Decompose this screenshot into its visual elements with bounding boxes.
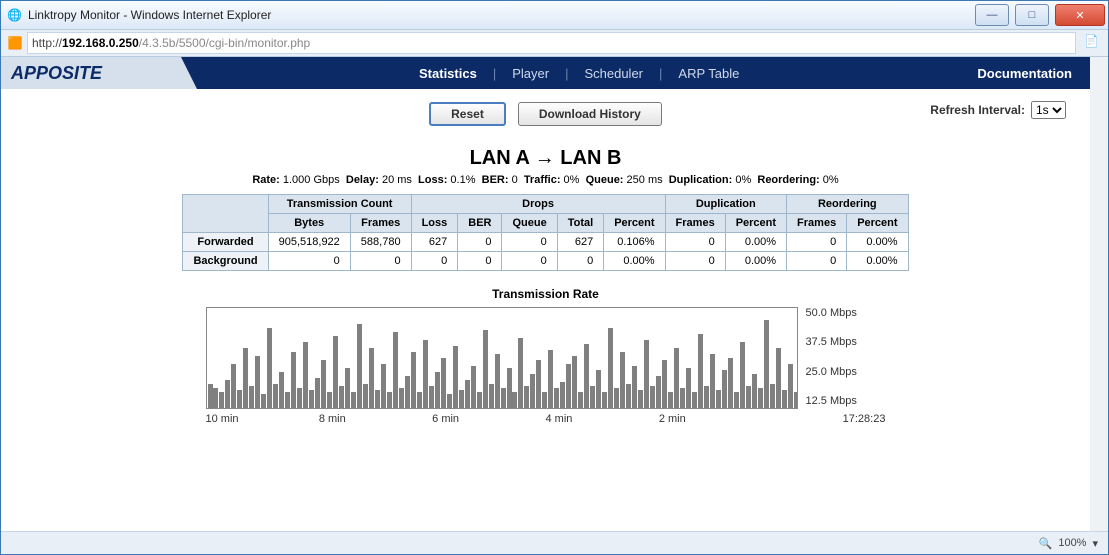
direction-heading: LAN A → LAN B bbox=[1, 147, 1090, 170]
col-frames: Frames bbox=[665, 214, 725, 233]
colgroup-reordering: Reordering bbox=[787, 195, 909, 214]
chart-title: Transmission Rate bbox=[1, 287, 1090, 301]
nav-player[interactable]: Player bbox=[502, 66, 559, 81]
zoom-icon: 🔍 bbox=[1039, 537, 1053, 550]
zoom-level[interactable]: 100% bbox=[1058, 537, 1086, 549]
favicon-icon: 🟧 bbox=[7, 35, 23, 51]
chart-x-axis: 10 min8 min6 min4 min2 min17:28:23 bbox=[206, 413, 886, 425]
col-frames: Frames bbox=[350, 214, 411, 233]
url-path: /4.3.5b/5500/cgi-bin/monitor.php bbox=[139, 36, 310, 50]
link-params: Rate: 1.000 Gbps Delay: 20 ms Loss: 0.1%… bbox=[1, 174, 1090, 186]
page-icon: 📄 bbox=[1084, 34, 1102, 52]
col-bytes: Bytes bbox=[268, 214, 350, 233]
refresh-interval-select[interactable]: 1s bbox=[1031, 101, 1066, 119]
logo: APPOSITE bbox=[1, 57, 181, 89]
chart-y-axis: 50.0 Mbps37.5 Mbps25.0 Mbps12.5 Mbps bbox=[798, 307, 886, 407]
col-total: Total bbox=[557, 214, 603, 233]
zoom-dropdown-icon[interactable]: ▾ bbox=[1092, 537, 1098, 550]
nav-arp-table[interactable]: ARP Table bbox=[668, 66, 749, 81]
col-queue: Queue bbox=[502, 214, 557, 233]
nav-documentation[interactable]: Documentation bbox=[977, 66, 1090, 81]
stats-table: Transmission CountDropsDuplicationReorde… bbox=[182, 194, 908, 271]
table-row: Forwarded905,518,922588,780627006270.106… bbox=[183, 233, 908, 252]
col-percent: Percent bbox=[847, 214, 908, 233]
address-bar[interactable]: http://192.168.0.250/4.3.5b/5500/cgi-bin… bbox=[27, 32, 1076, 54]
col-percent: Percent bbox=[725, 214, 786, 233]
nav-scheduler[interactable]: Scheduler bbox=[574, 66, 653, 81]
col-ber: BER bbox=[458, 214, 502, 233]
close-button[interactable]: ✕ bbox=[1055, 4, 1105, 26]
colgroup-transmission-count: Transmission Count bbox=[268, 195, 411, 214]
row-forwarded: Forwarded bbox=[183, 233, 268, 252]
table-row: Background0000000.00%00.00%00.00% bbox=[183, 252, 908, 271]
url-host: 192.168.0.250 bbox=[62, 36, 139, 50]
col-frames: Frames bbox=[787, 214, 847, 233]
colgroup-duplication: Duplication bbox=[665, 195, 787, 214]
transmission-rate-chart bbox=[206, 307, 798, 409]
maximize-button[interactable]: □ bbox=[1015, 4, 1049, 26]
nav-statistics[interactable]: Statistics bbox=[409, 66, 487, 81]
ie-icon: 🌐 bbox=[7, 8, 22, 22]
vertical-scrollbar[interactable] bbox=[1090, 57, 1108, 531]
download-history-button[interactable]: Download History bbox=[518, 102, 662, 126]
colgroup-drops: Drops bbox=[411, 195, 665, 214]
refresh-interval-label: Refresh Interval: bbox=[930, 103, 1025, 117]
url-scheme: http:// bbox=[32, 36, 62, 50]
col-loss: Loss bbox=[411, 214, 458, 233]
reset-button[interactable]: Reset bbox=[429, 102, 506, 126]
minimize-button[interactable]: ― bbox=[975, 4, 1009, 26]
row-background: Background bbox=[183, 252, 268, 271]
col-percent: Percent bbox=[604, 214, 665, 233]
window-title: Linktropy Monitor - Windows Internet Exp… bbox=[28, 8, 271, 22]
